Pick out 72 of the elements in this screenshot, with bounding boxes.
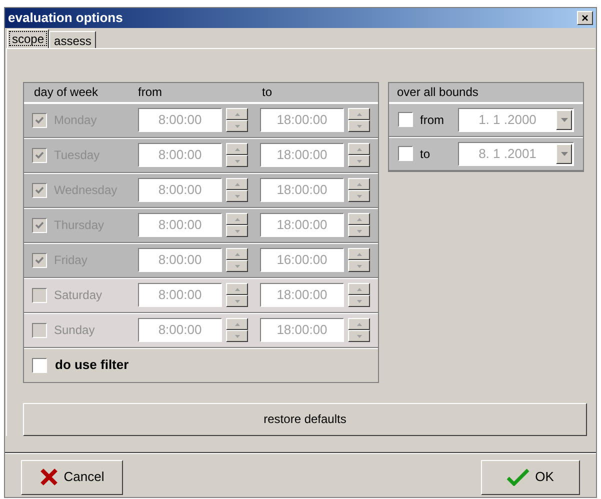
- down-arrow-icon: [356, 230, 362, 232]
- spin-button[interactable]: [348, 283, 370, 307]
- spin-button[interactable]: [348, 178, 370, 202]
- dropdown-arrow-icon: [560, 118, 568, 122]
- checkmark-icon: [35, 186, 44, 194]
- date-dropdown[interactable]: 1. 1 .2000: [458, 108, 574, 132]
- bound-label: to: [420, 146, 432, 162]
- tab[interactable]: assess: [49, 30, 96, 48]
- ok-button[interactable]: OK: [481, 460, 580, 494]
- up-arrow-icon: [356, 218, 362, 220]
- column-header: day of week: [34, 84, 100, 101]
- spin-button[interactable]: [348, 108, 370, 132]
- up-arrow-icon: [356, 112, 362, 116]
- down-arrow-icon: [356, 194, 362, 198]
- bounds-title: over all bounds: [389, 82, 583, 102]
- up-arrow-icon: [234, 182, 240, 186]
- up-arrow-icon: [234, 252, 240, 256]
- spin-button[interactable]: [348, 318, 370, 342]
- up-arrow-icon: [356, 322, 362, 326]
- cancel-button[interactable]: Cancel: [21, 460, 123, 494]
- spin-button[interactable]: [348, 213, 370, 237]
- date-dropdown[interactable]: 8. 1 .2001: [458, 142, 574, 166]
- spin-button[interactable]: [226, 213, 248, 237]
- down-arrow-icon: [234, 334, 240, 338]
- checkmark-icon: [35, 256, 44, 264]
- down-arrow-icon: [356, 124, 362, 128]
- checkbox[interactable]: [398, 112, 413, 127]
- up-arrow-icon: [234, 288, 240, 290]
- down-arrow-icon: [356, 264, 362, 268]
- down-arrow-icon: [234, 230, 240, 232]
- window-title: evaluation options: [8, 9, 123, 27]
- up-arrow-icon: [356, 288, 362, 290]
- close-icon: [40, 468, 58, 486]
- up-arrow-icon: [234, 148, 240, 150]
- checkbox[interactable]: [32, 358, 47, 372]
- up-arrow-icon: [356, 252, 362, 256]
- up-arrow-icon: [234, 218, 240, 220]
- checkbox[interactable]: [398, 146, 413, 161]
- spin-button[interactable]: [348, 248, 370, 272]
- column-header: from: [138, 84, 163, 101]
- tab[interactable]: scope: [7, 28, 50, 48]
- up-arrow-icon: [234, 112, 240, 116]
- down-arrow-icon: [234, 264, 240, 268]
- down-arrow-icon: [234, 124, 240, 128]
- restore-defaults-button[interactable]: restore defaults: [23, 402, 587, 436]
- spin-button[interactable]: [348, 143, 370, 167]
- up-arrow-icon: [356, 148, 362, 150]
- down-arrow-icon: [356, 300, 362, 302]
- dropdown-arrow-icon: [560, 152, 568, 156]
- down-arrow-icon: [356, 334, 362, 338]
- checkmark-icon: [35, 220, 44, 230]
- checkmark-icon: [507, 468, 530, 486]
- down-arrow-icon: [356, 160, 362, 162]
- checkmark-icon: [35, 116, 44, 124]
- spin-button[interactable]: [226, 143, 248, 167]
- down-arrow-icon: [234, 194, 240, 198]
- spin-button[interactable]: [226, 108, 248, 132]
- bound-label: from: [420, 112, 445, 128]
- filter-label: do use filter: [55, 356, 129, 374]
- spin-button[interactable]: [226, 248, 248, 272]
- spin-button[interactable]: [226, 283, 248, 307]
- checkmark-icon: [35, 150, 44, 160]
- up-arrow-icon: [356, 182, 362, 186]
- spin-button[interactable]: [226, 318, 248, 342]
- down-arrow-icon: [234, 160, 240, 162]
- close-button[interactable]: ×: [577, 10, 593, 25]
- day-label: Saturday: [54, 287, 102, 304]
- day-label: Sunday: [54, 322, 95, 339]
- down-arrow-icon: [234, 300, 240, 302]
- spin-button[interactable]: [226, 178, 248, 202]
- column-header: to: [262, 84, 272, 101]
- up-arrow-icon: [234, 322, 240, 326]
